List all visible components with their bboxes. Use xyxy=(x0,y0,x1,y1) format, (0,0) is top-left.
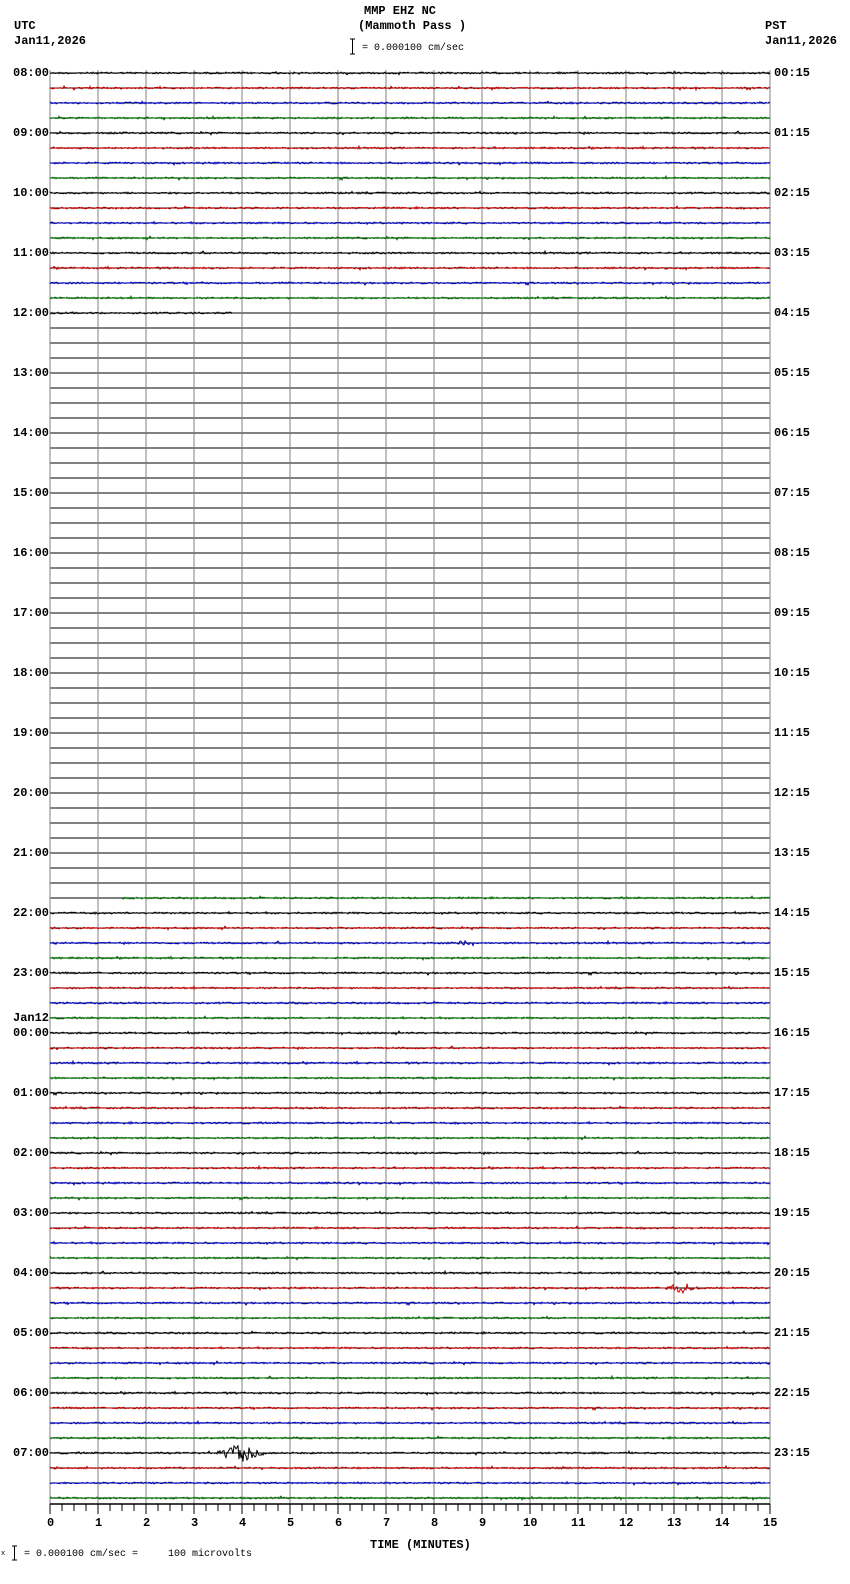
x-tick-label: 12 xyxy=(619,1516,634,1530)
seismic-trace xyxy=(49,1015,771,1021)
utc-hour-label: 09:00 xyxy=(13,126,50,140)
seismic-trace xyxy=(49,1089,771,1096)
pst-hour-label: 01:15 xyxy=(774,126,811,140)
left-timezone: UTC xyxy=(14,19,36,33)
utc-hour-label: 12:00 xyxy=(13,306,50,320)
x-tick-label: 6 xyxy=(335,1516,343,1530)
utc-hour-label: 18:00 xyxy=(13,666,50,680)
utc-hour-label: 23:00 xyxy=(13,966,50,980)
x-axis-label: TIME (MINUTES) xyxy=(370,1538,471,1552)
scale-prefix: x xyxy=(1,1550,6,1558)
x-tick-label: 3 xyxy=(191,1516,199,1530)
seismic-trace xyxy=(49,130,771,136)
utc-hour-label: 07:00 xyxy=(13,1446,50,1460)
pst-hour-label: 18:15 xyxy=(774,1146,811,1160)
utc-hour-label: 22:00 xyxy=(13,906,50,920)
utc-hour-label: 15:00 xyxy=(13,486,50,500)
utc-hour-label: 10:00 xyxy=(13,186,50,200)
pst-hour-label: 10:15 xyxy=(774,666,811,680)
station-location: (Mammoth Pass ) xyxy=(358,19,467,33)
scale-text: = 0.000100 cm/sec xyxy=(362,43,465,54)
seismic-trace xyxy=(49,1390,771,1396)
seismic-trace xyxy=(49,280,771,286)
utc-hour-label: 05:00 xyxy=(13,1326,50,1340)
pst-hour-label: 14:15 xyxy=(774,906,811,920)
seismic-trace xyxy=(49,970,771,976)
pst-hour-label: 04:15 xyxy=(774,306,811,320)
scale-note: = 0.000100 cm/sec = 100 microvolts xyxy=(24,1549,253,1560)
seismic-trace xyxy=(49,1255,771,1261)
x-tick-label: 5 xyxy=(287,1516,295,1530)
utc-hour-label: 04:00 xyxy=(13,1266,50,1280)
pst-hour-label: 00:15 xyxy=(774,66,811,80)
pst-hour-label: 13:15 xyxy=(774,846,811,860)
utc-hour-label: 00:00 xyxy=(13,1026,50,1040)
pst-hour-label: 07:15 xyxy=(774,486,811,500)
pst-hour-label: 03:15 xyxy=(774,246,811,260)
pst-hour-label: 23:15 xyxy=(774,1446,811,1460)
utc-hour-label: 20:00 xyxy=(13,786,50,800)
x-tick-label: 10 xyxy=(523,1516,538,1530)
right-timezone: PST xyxy=(765,19,787,33)
utc-hour-label: 02:00 xyxy=(13,1146,50,1160)
seismic-trace xyxy=(49,939,771,947)
right-date: Jan11,2026 xyxy=(765,34,838,48)
x-tick-label: 1 xyxy=(95,1516,103,1530)
pst-hour-label: 21:15 xyxy=(774,1326,811,1340)
pst-hour-label: 19:15 xyxy=(774,1206,811,1220)
x-tick-label: 9 xyxy=(479,1516,487,1530)
utc-hour-label: 11:00 xyxy=(13,246,50,260)
station-title: MMP EHZ NC xyxy=(364,4,437,18)
pst-hour-label: 11:15 xyxy=(774,726,811,740)
utc-date-label: Jan12 xyxy=(13,1011,50,1025)
seismic-trace xyxy=(49,1194,771,1201)
utc-hour-label: 06:00 xyxy=(13,1386,50,1400)
x-tick-label: 0 xyxy=(47,1516,55,1530)
seismic-trace xyxy=(49,1059,771,1066)
utc-hour-label: 03:00 xyxy=(13,1206,50,1220)
seismic-trace xyxy=(49,220,771,226)
pst-hour-label: 16:15 xyxy=(774,1026,811,1040)
pst-hour-label: 02:15 xyxy=(774,186,811,200)
seismic-trace xyxy=(50,174,771,181)
pst-hour-label: 09:15 xyxy=(774,606,811,620)
seismic-trace xyxy=(49,1210,771,1216)
pst-hour-label: 06:15 xyxy=(774,426,811,440)
x-tick-label: 8 xyxy=(431,1516,439,1530)
x-tick-label: 7 xyxy=(383,1516,391,1530)
pst-hour-label: 12:15 xyxy=(774,786,811,800)
helicorder-plot xyxy=(12,38,771,1561)
pst-hour-label: 22:15 xyxy=(774,1386,811,1400)
utc-hour-label: 16:00 xyxy=(13,546,50,560)
utc-hour-label: 21:00 xyxy=(13,846,50,860)
pst-hour-label: 08:15 xyxy=(774,546,811,560)
footer-scale-bar-icon xyxy=(12,1545,17,1561)
utc-hour-label: 08:00 xyxy=(13,66,50,80)
seismic-trace xyxy=(49,1000,770,1006)
utc-hour-label: 17:00 xyxy=(13,606,50,620)
x-tick-label: 2 xyxy=(143,1516,151,1530)
seismic-trace xyxy=(49,190,771,195)
pst-hour-label: 20:15 xyxy=(774,1266,811,1280)
x-tick-label: 15 xyxy=(763,1516,778,1530)
x-tick-label: 11 xyxy=(571,1516,586,1530)
utc-hour-label: 19:00 xyxy=(13,726,50,740)
scale-bar-icon xyxy=(350,38,355,55)
x-tick-label: 4 xyxy=(239,1516,247,1530)
utc-hour-label: 14:00 xyxy=(13,426,50,440)
seismic-trace xyxy=(49,1240,771,1246)
utc-hour-label: 01:00 xyxy=(13,1086,50,1100)
left-date: Jan11,2026 xyxy=(14,34,87,48)
pst-hour-label: 15:15 xyxy=(774,966,811,980)
pst-hour-label: 05:15 xyxy=(774,366,811,380)
pst-hour-label: 17:15 xyxy=(774,1086,811,1100)
seismic-trace xyxy=(49,84,771,92)
seismic-trace xyxy=(49,311,233,315)
x-tick-label: 13 xyxy=(667,1516,682,1530)
utc-hour-label: 13:00 xyxy=(13,366,50,380)
x-tick-label: 14 xyxy=(715,1516,730,1530)
